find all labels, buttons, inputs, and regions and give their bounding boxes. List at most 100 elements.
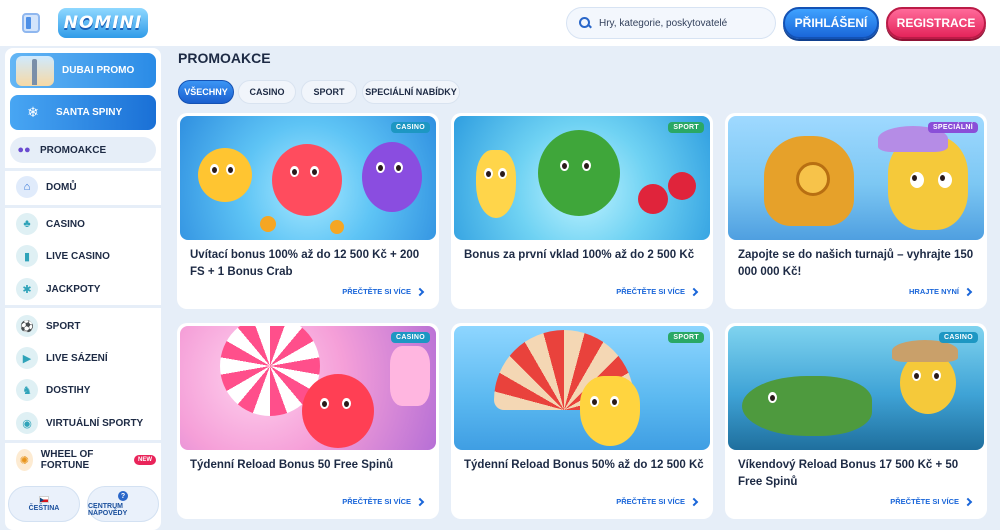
link-label: HRAJTE NYNÍ xyxy=(908,287,959,296)
strawberry-character-icon xyxy=(302,374,374,448)
chevron-right-icon xyxy=(415,287,425,296)
promo-card[interactable]: SPECIÁLNÍ Zapojte se do našich turnajů –… xyxy=(725,113,987,309)
banner-label: SANTA SPINY xyxy=(56,107,123,118)
cherry-character-icon xyxy=(638,184,668,214)
login-button[interactable]: PŘIHLÁŠENÍ xyxy=(783,7,879,39)
link-label: PŘEČTĚTE SI VÍCE xyxy=(342,287,411,296)
page-title: PROMOAKCE xyxy=(178,50,271,66)
sidebar-item-domu[interactable]: ⌂ DOMŮ xyxy=(10,174,156,200)
filter-tab-casino[interactable]: CASINO xyxy=(238,80,296,104)
promo-image-watermelon: SPORT xyxy=(454,116,710,240)
divider xyxy=(5,440,161,443)
sidebar-toggle-icon[interactable] xyxy=(22,13,40,33)
promo-image-fruits: CASINO xyxy=(180,116,436,240)
link-label: PŘEČTĚTE SI VÍCE xyxy=(342,497,411,506)
sidebar-item-wheel-of-fortune[interactable]: ✺ WHEEL OF FORTUNE NEW xyxy=(10,447,156,473)
promo-card[interactable]: SPORT Týdenní Reload Bonus 50% až do 12 … xyxy=(451,323,713,519)
promo-title: Víkendový Reload Bonus 17 500 Kč + 50 Fr… xyxy=(738,459,959,488)
banana-character-icon xyxy=(580,376,640,446)
home-icon: ⌂ xyxy=(16,176,38,198)
sidebar-item-label: DOSTIHY xyxy=(46,384,91,396)
dubai-tower-icon xyxy=(16,55,54,86)
promo-card[interactable]: CASINO Týdenní Reload Bonus 50 Free Spin… xyxy=(177,323,439,519)
promo-title: Týdenní Reload Bonus 50 Free Spinů xyxy=(190,459,394,471)
play-now-link[interactable]: HRAJTE NYNÍ xyxy=(908,287,973,296)
search-icon xyxy=(579,17,591,29)
sidebar-item-label: PROMOAKCE xyxy=(40,144,107,156)
sidebar-banner-dubai-promo[interactable]: DUBAI PROMO xyxy=(10,53,156,88)
filter-tab-sport[interactable]: SPORT xyxy=(301,80,357,104)
help-center-button[interactable]: ? CENTRUM NÁPOVĚDY xyxy=(87,486,159,522)
link-label: PŘEČTĚTE SI VÍCE xyxy=(890,497,959,506)
sidebar-item-label: LIVE SÁZENÍ xyxy=(46,352,108,364)
sidebar-item-label: WHEEL OF FORTUNE xyxy=(40,449,94,471)
promo-title: Týdenní Reload Bonus 50% až do 12 500 Kč xyxy=(464,459,704,471)
read-more-link[interactable]: PŘEČTĚTE SI VÍCE xyxy=(616,497,699,506)
czech-flag-icon xyxy=(39,496,49,503)
help-icon: ? xyxy=(118,491,128,501)
category-badge: CASINO xyxy=(390,122,430,133)
strawberry-character-icon xyxy=(272,144,342,216)
read-more-link[interactable]: PŘEČTĚTE SI VÍCE xyxy=(342,287,425,296)
sidebar-item-casino[interactable]: ♣ CASINO xyxy=(10,211,156,237)
soccer-ball-icon: ⚽ xyxy=(16,315,38,337)
sidebar-item-label: VIRTUÁLNÍ SPORTY xyxy=(46,417,144,429)
watermelon-character-icon xyxy=(538,130,620,216)
sidebar-item-jackpoty[interactable]: ✱ JACKPOTY xyxy=(10,276,156,302)
new-badge: NEW xyxy=(134,455,156,465)
lemon-character-icon xyxy=(198,148,252,202)
nomini-logo[interactable]: NOMINI xyxy=(58,8,148,38)
chevron-right-icon xyxy=(963,497,973,506)
sidebar-item-live-casino[interactable]: ▮ LIVE CASINO xyxy=(10,243,156,269)
promo-image-fishing: CASINO xyxy=(728,326,984,450)
grape-character-icon xyxy=(362,142,422,212)
search-box[interactable] xyxy=(566,7,776,39)
sidebar-item-live-sazeni[interactable]: ▶ LIVE SÁZENÍ xyxy=(10,345,156,371)
divider xyxy=(5,305,161,308)
sidebar: DUBAI PROMO ❄ SANTA SPINY ●● PROMOAKCE ⌂… xyxy=(5,48,161,530)
category-badge: CASINO xyxy=(938,332,978,343)
promo-title: Zapojte se do našich turnajů – vyhrajte … xyxy=(738,249,974,278)
language-label: ČEŠTINA xyxy=(28,505,60,512)
sidebar-item-virtualni-sporty[interactable]: ◉ VIRTUÁLNÍ SPORTY xyxy=(10,410,156,436)
filter-tab-all[interactable]: VŠECHNY xyxy=(178,80,234,104)
horse-icon: ♞ xyxy=(16,379,38,401)
sidebar-item-label: DOMŮ xyxy=(46,181,77,193)
sidebar-item-dostihy[interactable]: ♞ DOSTIHY xyxy=(10,377,156,403)
search-input[interactable] xyxy=(599,17,769,29)
chevron-right-icon xyxy=(689,497,699,506)
live-casino-icon: ▮ xyxy=(16,245,38,267)
fishing-hat-icon xyxy=(892,340,958,362)
link-label: PŘEČTĚTE SI VÍCE xyxy=(616,497,685,506)
filter-tab-special-offers[interactable]: SPECIÁLNÍ NABÍDKY xyxy=(362,80,460,104)
sidebar-item-label: JACKPOTY xyxy=(46,283,101,295)
candy-icon xyxy=(390,346,430,406)
sidebar-item-promoakce[interactable]: ●● PROMOAKCE xyxy=(10,137,156,163)
cherry-character-icon xyxy=(668,172,696,200)
promo-card[interactable]: SPORT Bonus za první vklad 100% až do 2 … xyxy=(451,113,713,309)
jackpot-icon: ✱ xyxy=(16,278,38,300)
language-button[interactable]: ČEŠTINA xyxy=(8,486,80,522)
help-label: CENTRUM NÁPOVĚDY xyxy=(88,503,128,517)
logo-text: NOMINI xyxy=(63,13,143,33)
sidebar-item-label: CASINO xyxy=(46,218,85,230)
read-more-link[interactable]: PŘEČTĚTE SI VÍCE xyxy=(890,497,973,506)
register-button[interactable]: REGISTRACE xyxy=(886,7,986,39)
promo-card[interactable]: CASINO Víkendový Reload Bonus 17 500 Kč … xyxy=(725,323,987,519)
promo-card[interactable]: CASINO Uvítací bonus 100% až do 12 500 K… xyxy=(177,113,439,309)
link-label: PŘEČTĚTE SI VÍCE xyxy=(616,287,685,296)
promo-image-candy-strawberry: CASINO xyxy=(180,326,436,450)
fish-icon xyxy=(742,376,872,436)
coin-icon xyxy=(330,220,344,234)
live-betting-icon: ▶ xyxy=(16,347,38,369)
sidebar-banner-santa-spiny[interactable]: ❄ SANTA SPINY xyxy=(10,95,156,130)
banana-character-icon xyxy=(476,150,516,218)
chevron-right-icon xyxy=(415,497,425,506)
top-header: NOMINI PŘIHLÁŠENÍ REGISTRACE xyxy=(0,0,1000,46)
sidebar-item-sport[interactable]: ⚽ SPORT xyxy=(10,313,156,339)
read-more-link[interactable]: PŘEČTĚTE SI VÍCE xyxy=(616,287,699,296)
category-badge: SPECIÁLNÍ xyxy=(927,122,978,133)
category-badge: SPORT xyxy=(668,332,704,343)
chevron-right-icon xyxy=(689,287,699,296)
read-more-link[interactable]: PŘEČTĚTE SI VÍCE xyxy=(342,497,425,506)
